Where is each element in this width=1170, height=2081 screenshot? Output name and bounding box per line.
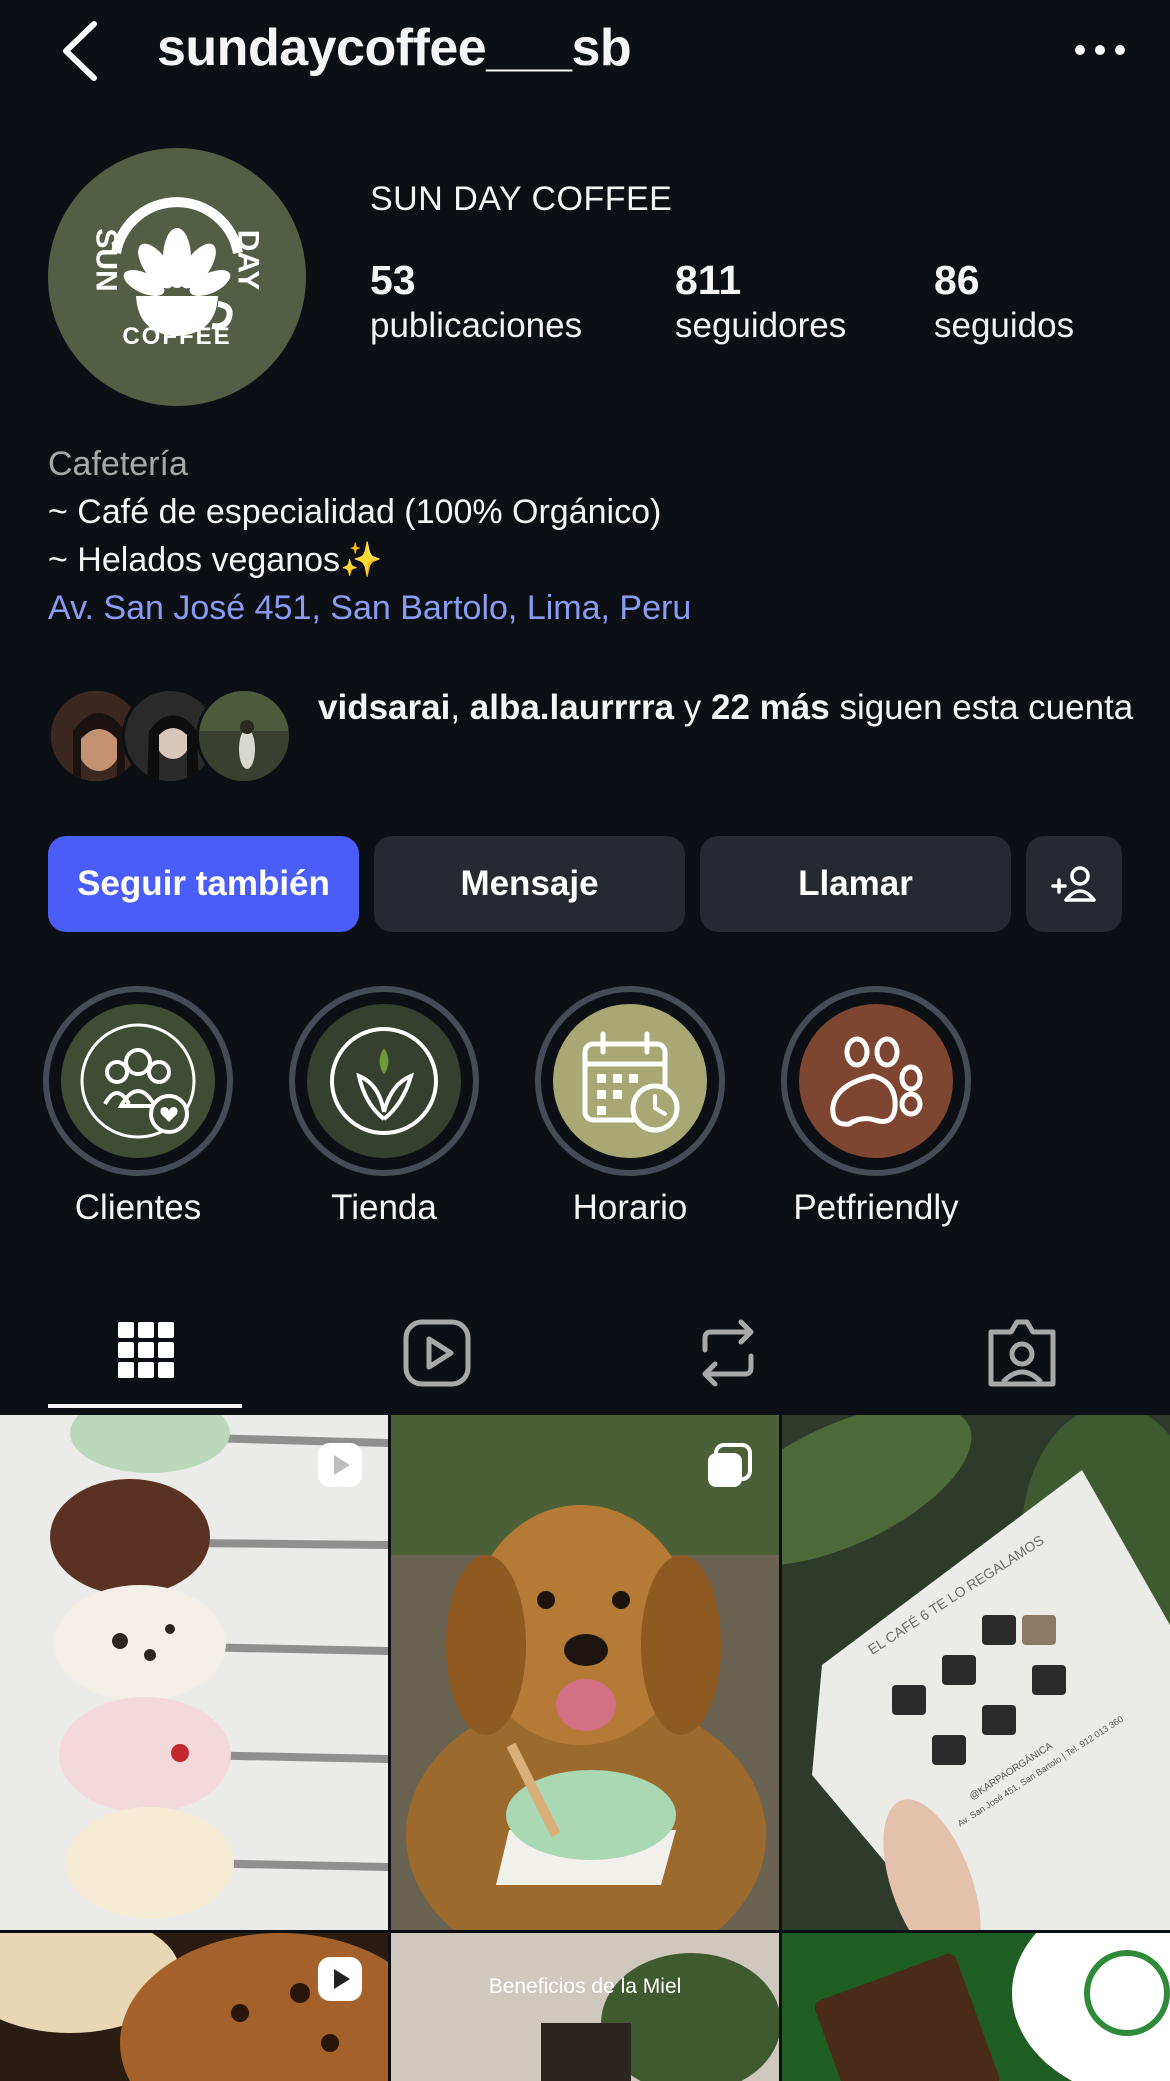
highlight-cover	[799, 1004, 953, 1158]
highlight-ring	[535, 986, 725, 1176]
follower-username[interactable]: alba.laurrrra	[470, 688, 674, 727]
tab-tagged[interactable]	[977, 1308, 1067, 1398]
highlight-horario[interactable]: Horario	[532, 986, 728, 1230]
bio-line: ~ Café de especialidad (100% Orgánico)	[48, 493, 662, 531]
post-thumbnail[interactable]	[391, 1415, 779, 1930]
product-bar-image	[782, 1933, 1170, 2081]
chevron-left-icon	[63, 21, 97, 81]
sun-day-coffee-logo: SUN DAY COFFEE	[90, 197, 265, 350]
bio-line: ~ Helados veganos✨	[48, 541, 383, 579]
profile-username: sundaycoffee___sb	[157, 19, 632, 77]
grid-icon	[118, 1322, 174, 1378]
bio-category: Cafetería	[48, 445, 188, 483]
logo-text-right: DAY	[232, 230, 265, 291]
highlight-label: Clientes	[74, 1188, 202, 1227]
ice-cream-spoons-image	[0, 1415, 388, 1930]
profile-tab-bar	[0, 1290, 1170, 1410]
call-button[interactable]: Llamar	[700, 836, 1011, 932]
leaf-icon	[330, 1027, 438, 1135]
followed-suffix-text: siguen esta cuenta	[829, 688, 1134, 727]
stat-number: 86	[934, 257, 980, 303]
followed-by-text: vidsarai, alba.laurrrra y 22 más siguen …	[318, 684, 1138, 732]
stat-label: publicaciones	[370, 306, 583, 345]
more-options-button[interactable]	[1070, 30, 1130, 70]
profile-display-name: SUN DAY COFFEE	[370, 180, 673, 218]
follower-avatar-image	[199, 691, 289, 781]
people-heart-icon	[80, 1023, 196, 1139]
logo-text-left: SUN	[90, 228, 123, 291]
post-thumbnail[interactable]: Beneficios de la Miel	[391, 1933, 779, 2081]
separator-text: ,	[450, 688, 470, 727]
followers-count[interactable]: 811 seguidores	[675, 258, 846, 350]
highlight-label: Petfriendly	[793, 1188, 959, 1227]
following-count[interactable]: 86 seguidos	[934, 258, 1074, 350]
paw-icon	[830, 1036, 923, 1127]
follower-avatar	[196, 688, 292, 784]
stat-label: seguidos	[934, 306, 1075, 345]
more-followers-count: 22 más	[711, 688, 830, 727]
golden-retriever-image	[391, 1415, 779, 1930]
add-person-icon	[1051, 866, 1096, 902]
repost-icon	[702, 1319, 754, 1387]
highlight-cover	[553, 1004, 707, 1158]
highlight-ring	[43, 986, 233, 1176]
follower-username[interactable]: vidsarai	[318, 688, 450, 727]
message-button[interactable]: Mensaje	[374, 836, 685, 932]
bio-address-link[interactable]: Av. San José 451, San Bartolo, Lima, Per…	[48, 584, 691, 632]
tab-grid[interactable]	[100, 1308, 190, 1398]
highlight-cover	[61, 1004, 215, 1158]
post-thumbnail[interactable]	[0, 1415, 388, 1930]
highlight-petfriendly[interactable]: Petfriendly	[778, 986, 974, 1230]
posts-grid: EL CAFÉ 6 TE LO REGALAMOS @KARPAORGÁNICA…	[0, 1415, 1170, 2081]
coffee-loyalty-card-image: EL CAFÉ 6 TE LO REGALAMOS @KARPAORGÁNICA…	[782, 1415, 1170, 1930]
stat-number: 811	[675, 257, 742, 303]
post-overlay-text: Beneficios de la Miel	[489, 1975, 682, 1998]
tab-reposts[interactable]	[683, 1308, 773, 1398]
more-horizontal-icon	[1075, 45, 1125, 55]
follow-back-button[interactable]: Seguir también	[48, 836, 359, 932]
reels-icon	[403, 1319, 471, 1387]
highlight-cover	[307, 1004, 461, 1158]
post-thumbnail[interactable]: EL CAFÉ 6 TE LO REGALAMOS @KARPAORGÁNICA…	[782, 1415, 1170, 1930]
highlight-ring	[289, 986, 479, 1176]
post-thumbnail[interactable]	[782, 1933, 1170, 2081]
top-bar: sundaycoffee___sb	[0, 0, 1170, 100]
reel-badge-icon	[318, 1957, 362, 2001]
suggest-accounts-button[interactable]	[1026, 836, 1122, 932]
carousel-badge-icon	[708, 1443, 752, 1487]
active-tab-indicator	[48, 1404, 242, 1408]
highlight-ring	[781, 986, 971, 1176]
followed-by-row[interactable]: vidsarai, alba.laurrrra y 22 más siguen …	[48, 684, 1133, 794]
highlight-label: Tienda	[331, 1188, 437, 1227]
profile-bio: Cafetería ~ Café de especialidad (100% O…	[48, 440, 691, 632]
stat-label: seguidores	[675, 306, 847, 345]
tagged-person-icon	[988, 1319, 1056, 1387]
posts-count[interactable]: 53 publicaciones	[370, 258, 582, 350]
highlight-tienda[interactable]: Tienda	[286, 986, 482, 1230]
honey-benefits-image: Beneficios de la Miel	[391, 1933, 779, 2081]
highlight-clientes[interactable]: Clientes	[40, 986, 236, 1230]
calendar-clock-icon	[582, 1031, 680, 1133]
stat-number: 53	[370, 257, 416, 303]
reel-badge-icon	[318, 1443, 362, 1487]
highlight-label: Horario	[572, 1188, 688, 1227]
post-thumbnail[interactable]	[0, 1933, 388, 2081]
logo-text-bottom: COFFEE	[122, 323, 231, 350]
tab-reels[interactable]	[392, 1308, 482, 1398]
profile-avatar[interactable]: SUN DAY COFFEE	[48, 148, 306, 406]
back-button[interactable]	[56, 16, 106, 86]
conjunction-text: y	[674, 688, 711, 727]
